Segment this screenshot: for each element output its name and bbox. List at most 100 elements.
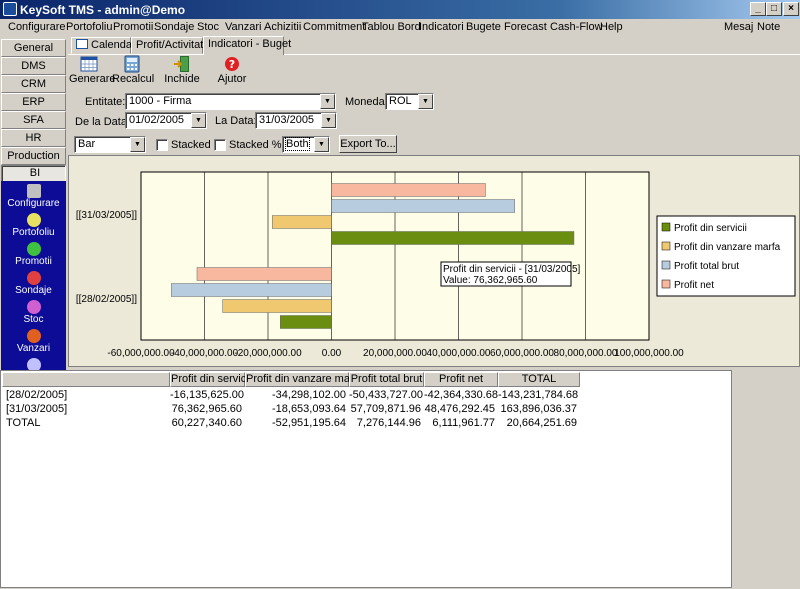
menu-cash-flow[interactable]: Cash-Flow [550,21,603,33]
sidebar-sfa-button[interactable]: SFA [1,111,66,129]
bar [196,267,332,281]
bar [331,183,486,197]
close-tab-button[interactable]: Inchide [162,55,202,87]
grid-header-blank[interactable] [2,372,170,387]
tooltip-title: Profit din servicii - [31/03/2005] [443,264,581,275]
x-tick-label: 40,000,000.00 [427,348,491,359]
from-date-label: De la Data: [75,116,131,128]
tab-indicatori-buget[interactable]: Indicatori - Buget [203,36,291,55]
legend-label: Profit din vanzare marfa [674,242,781,253]
grid-header-profit-net[interactable]: Profit net [424,372,498,387]
table-cell: [31/03/2005] [6,403,68,415]
x-tick-label: -20,000,000.00 [234,348,302,359]
menu-vanzari[interactable]: Vanzari [225,21,261,33]
menu-bar: Configurare Portofoliu Promotii Sondaje … [0,19,800,37]
close-button[interactable]: × [783,2,799,16]
legend-label: Profit net [674,280,714,291]
to-date-select[interactable]: 31/03/2005 ▼ [255,112,337,129]
x-tick-label: -60,000,000.00 [107,348,175,359]
table-cell: 6,111,961.77 [432,417,495,429]
menu-mesaj[interactable]: Mesaj [724,21,753,33]
menu-bugete[interactable]: Bugete [466,21,501,33]
menu-configurare[interactable]: Configurare [8,21,65,33]
bi-item-stoc[interactable]: Stoc [1,299,66,328]
bi-item-portofoliu[interactable]: Portofoliu [1,212,66,241]
menu-portofoliu[interactable]: Portofoliu [66,21,112,33]
currency-select[interactable]: ROL ▼ [385,93,434,110]
grid-header-total[interactable]: TOTAL [498,372,580,387]
stacked-percent-checkbox[interactable] [214,139,226,151]
bi-item-label: Sondaje [15,285,52,296]
y-tick-label: [[28/02/2005]] [76,294,137,305]
chevron-down-icon: ▼ [321,113,336,128]
grid-header-profit-servicii[interactable]: Profit din servicii [170,372,251,387]
maximize-button[interactable]: □ [766,2,782,16]
minimize-button[interactable]: _ [750,2,766,16]
title-bar: KeySoft TMS - admin@Demo _ □ × [0,0,800,19]
stacked-percent-label: Stacked % [229,139,282,151]
x-tick-label: 100,000,000.00 [614,348,684,359]
exit-door-icon [174,56,189,72]
help-icon: ? [225,57,239,71]
bi-item-promotii[interactable]: Promotii [1,241,66,270]
table-cell: -143,231,784.68 [498,389,579,401]
tab-profit-activitate[interactable]: Profit/Activitate [131,37,209,54]
table-cell: 48,476,292.45 [424,403,495,415]
mode-select[interactable]: Both ▼ [282,136,330,153]
sidebar-bi-button[interactable]: BI [1,165,66,182]
table-cell: -34,298,102.00 [271,389,346,401]
ball-icon [26,300,41,314]
sidebar-erp-button[interactable]: ERP [1,93,66,111]
bar [171,283,332,297]
menu-promotii[interactable]: Promotii [113,21,153,33]
tab-calendar[interactable]: Calendar [71,37,136,54]
ball-icon [26,271,41,285]
x-tick-label: 60,000,000.00 [490,348,554,359]
data-grid: Profit din servicii Profit din vanzare m… [0,370,732,588]
bi-item-sondaje[interactable]: Sondaje [1,270,66,299]
table-cell: -18,653,093.64 [271,403,346,415]
calendar-icon [76,39,88,49]
sidebar-crm-button[interactable]: CRM [1,75,66,93]
x-tick-label: 20,000,000.00 [363,348,427,359]
menu-note[interactable]: Note [757,21,780,33]
chart-type-select[interactable]: Bar ▼ [74,136,146,153]
table-cell: 76,362,965.60 [171,403,242,415]
stacked-checkbox[interactable] [156,139,168,151]
table-cell: [28/02/2005] [6,389,68,401]
help-button[interactable]: ? Ajutor [214,55,250,87]
sidebar-general-button[interactable]: General [1,39,66,57]
table-cell: -42,364,330.68 [424,389,499,401]
svg-text:?: ? [229,58,235,71]
legend-swatch [661,222,671,232]
x-tick-label: 80,000,000.00 [554,348,618,359]
chevron-down-icon: ▼ [191,113,206,128]
entity-select[interactable]: 1000 - Firma ▼ [125,93,336,110]
bi-item-configurare[interactable]: Configurare [1,183,66,212]
export-button[interactable]: Export To... [339,135,397,153]
menu-forecast[interactable]: Forecast [504,21,547,33]
menu-help[interactable]: Help [600,21,623,33]
menu-indicatori[interactable]: Indicatori [419,21,464,33]
sidebar-production-button[interactable]: Production [1,147,66,165]
menu-stoc[interactable]: Stoc [197,21,219,33]
grid-header-profit-brut[interactable]: Profit total brut [349,372,424,387]
table-cell: -52,951,195.64 [271,417,346,429]
sidebar-dms-button[interactable]: DMS [1,57,66,75]
menu-achizitii[interactable]: Achizitii [264,21,301,33]
bar [331,199,515,213]
recalc-button[interactable]: Recalcul [112,55,154,87]
table-cell: TOTAL [6,417,41,429]
generate-button[interactable]: Generare [69,55,115,87]
menu-tablou-bord[interactable]: Tablou Bord [362,21,421,33]
x-tick-label: 0.00 [322,348,342,359]
menu-sondaje[interactable]: Sondaje [154,21,194,33]
menu-commitment[interactable]: Commitment [303,21,365,33]
grid-header-profit-marfa[interactable]: Profit din vanzare marfa [245,372,363,387]
bi-item-vanzari[interactable]: Vanzari [1,328,66,357]
chevron-down-icon: ▼ [320,94,335,109]
table-cell: 60,227,340.60 [171,417,242,429]
from-date-select[interactable]: 01/02/2005 ▼ [125,112,207,129]
bar-chart: -60,000,000.00-40,000,000.00-20,000,000.… [76,171,796,359]
sidebar-hr-button[interactable]: HR [1,129,66,147]
